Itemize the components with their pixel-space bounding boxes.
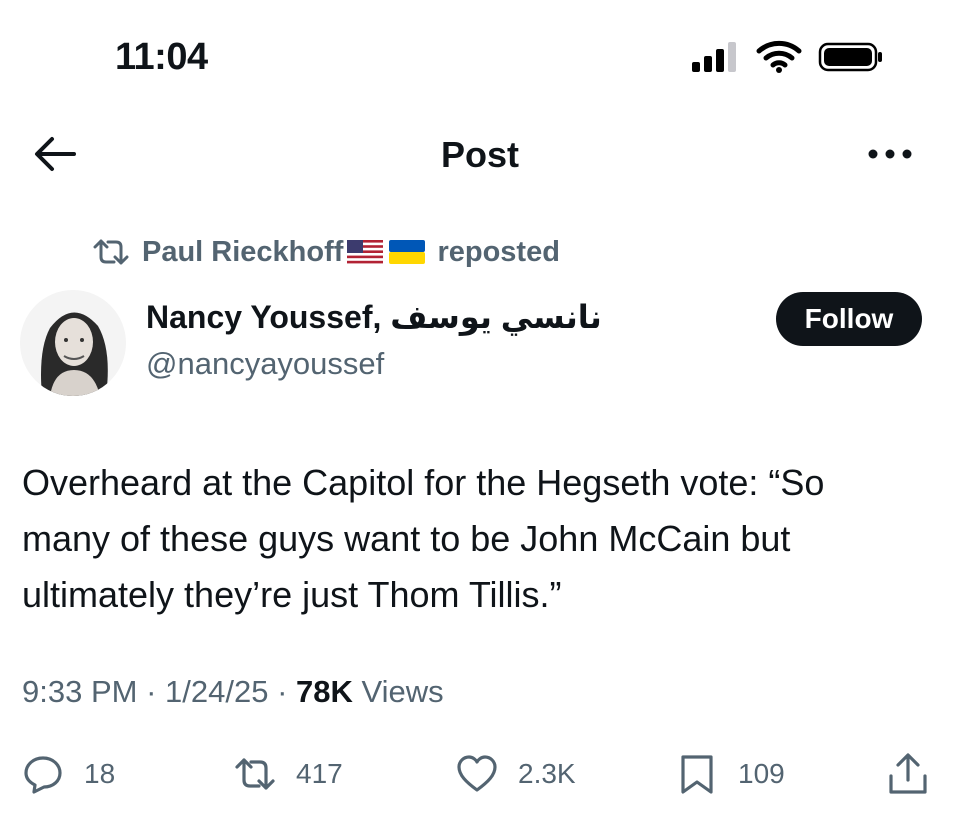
repost-button[interactable]: 417 (234, 752, 343, 796)
separator-dot: · (277, 674, 288, 709)
follow-button[interactable]: Follow (776, 292, 922, 346)
repost-context[interactable]: Paul Rieckhoff reposted (92, 232, 560, 272)
tweet-line: ultimately they’re just Thom Tillis.” (22, 574, 562, 615)
like-icon (457, 755, 497, 792)
page-title: Post (440, 134, 519, 175)
author-display-name[interactable]: Nancy Youssef, نانسي يوسف (146, 298, 602, 336)
like-count: 2.3K (518, 758, 576, 789)
author-handle[interactable]: @nancyayoussef (146, 346, 384, 382)
reposter-name[interactable]: Paul Rieckhoff (142, 236, 343, 269)
tweet-text: Overheard at the Capitol for the Hegseth… (22, 455, 942, 623)
avatar-portrait (20, 290, 126, 396)
more-icon[interactable] (866, 143, 914, 165)
battery-icon (818, 42, 882, 72)
repost-icon (235, 758, 275, 790)
tweet-line: many of these guys want to be John McCai… (22, 518, 791, 559)
tweet-date[interactable]: 1/24/25 (165, 674, 268, 709)
reply-count: 18 (84, 758, 116, 789)
repost-icon (93, 239, 129, 265)
avatar[interactable] (20, 290, 126, 396)
reply-button[interactable]: 18 (22, 752, 115, 796)
tweet-time[interactable]: 9:33 PM (22, 674, 137, 709)
repost-count: 417 (296, 758, 343, 789)
signal-icon (692, 42, 736, 72)
separator-dot: · (146, 674, 157, 709)
reply-icon (24, 756, 62, 794)
back-arrow-icon[interactable] (32, 134, 78, 174)
bookmark-button[interactable]: 109 (676, 752, 785, 796)
bookmark-count: 109 (738, 758, 785, 789)
tweet-meta: 9:33 PM · 1/24/25 · 78K Views (22, 674, 444, 710)
wifi-icon (756, 40, 802, 73)
tweet-line: Overheard at the Capitol for the Hegseth… (22, 462, 825, 503)
us-flag-icon (347, 240, 384, 264)
bookmark-icon (681, 755, 713, 794)
views-count: 78K (296, 674, 353, 709)
like-button[interactable]: 2.3K (456, 752, 576, 796)
share-icon[interactable] (886, 752, 930, 796)
reposted-label: reposted (437, 235, 560, 268)
status-time: 11:04 (115, 36, 208, 78)
ukraine-flag-icon (389, 240, 426, 264)
views-label: Views (361, 674, 444, 709)
